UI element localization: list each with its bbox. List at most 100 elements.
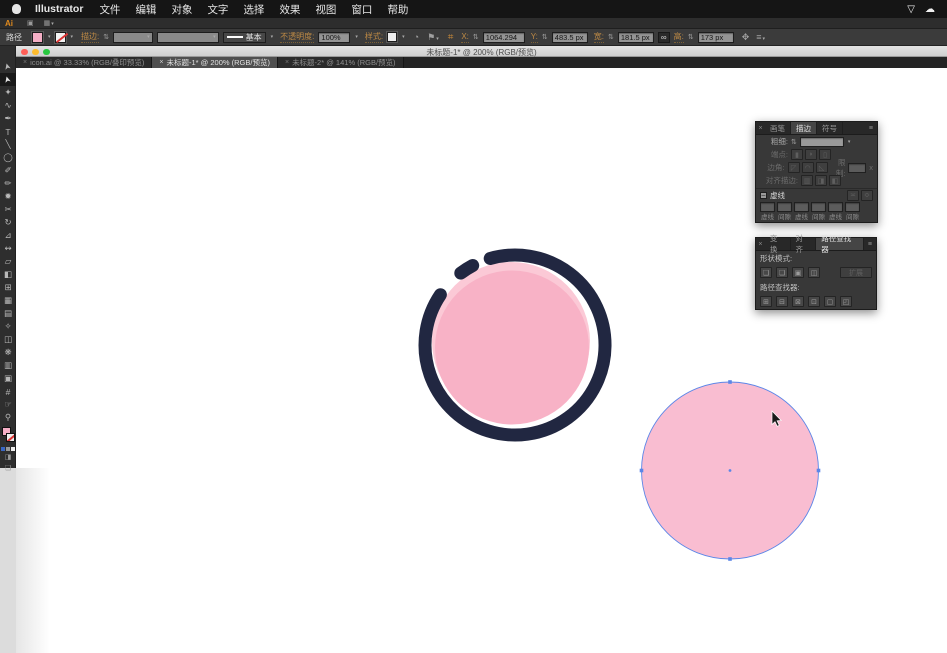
close-icon[interactable]: × (159, 59, 163, 66)
chevron-down-icon[interactable]: ▾ (71, 34, 74, 40)
magic-wand-tool[interactable]: ✦ (0, 86, 16, 99)
slice-tool[interactable]: # (0, 385, 16, 398)
round-cap-icon[interactable]: ◗ (805, 149, 817, 160)
variable-width-profile-dropdown[interactable]: ▾ (157, 32, 219, 43)
chevron-down-icon[interactable]: ▾ (271, 34, 274, 40)
menu-item-文字[interactable]: 文字 (207, 2, 228, 17)
transform-icon[interactable]: ✥ (742, 32, 750, 43)
align-stroke-outside-icon[interactable]: ◧ (829, 175, 841, 186)
graphic-style-swatch[interactable] (387, 32, 397, 42)
pathfinder-panel-tab-变换[interactable]: 变换 (765, 238, 791, 250)
height-input[interactable]: 173 px (698, 32, 734, 43)
stroke-weight-stepper[interactable]: ⇅ (103, 33, 109, 41)
blend-tool[interactable]: ◫ (0, 333, 16, 346)
pathfinder-panel-tab-对齐[interactable]: 对齐 (791, 238, 817, 250)
trim-icon[interactable]: ⊟ (776, 296, 788, 307)
x-stepper[interactable]: ⇅ (473, 33, 479, 41)
close-icon[interactable]: × (756, 238, 765, 250)
width-stepper[interactable]: ⇅ (608, 33, 614, 41)
lasso-tool[interactable]: ∿ (0, 99, 16, 112)
screen-mode-button[interactable]: ❏ (0, 462, 16, 473)
shape-builder-tool[interactable]: ◧ (0, 268, 16, 281)
document-tab-2[interactable]: ×未标题-2* @ 141% (RGB/预览) (278, 57, 404, 68)
free-transform-tool[interactable]: ▱ (0, 255, 16, 268)
stroke-proxy-swatch[interactable] (6, 433, 15, 442)
constrain-proportions-icon[interactable]: ∞ (658, 32, 670, 43)
document-tab-1[interactable]: ×未标题-1* @ 200% (RGB/预览) (152, 57, 278, 68)
weight-stepper[interactable]: ⇅ (791, 138, 797, 146)
location-icon[interactable]: ▽ (907, 4, 915, 15)
opacity-input[interactable]: 100% (318, 32, 350, 43)
round-join-icon[interactable]: ◠ (802, 162, 814, 173)
paintbrush-tool[interactable]: ✐ (0, 164, 16, 177)
crop-icon[interactable]: ⊡ (808, 296, 820, 307)
width-input[interactable]: 181.5 px (618, 32, 654, 43)
close-icon[interactable]: × (285, 59, 289, 66)
menu-item-选择[interactable]: 选择 (243, 2, 264, 17)
stroke-weight-label[interactable]: 描边: (81, 32, 99, 43)
stroke-color-swatch[interactable] (55, 32, 66, 43)
close-icon[interactable]: × (23, 59, 27, 66)
align-stroke-center-icon[interactable]: ▥ (801, 175, 813, 186)
bevel-join-icon[interactable]: ◺ (816, 162, 828, 173)
type-tool[interactable]: T (0, 125, 16, 138)
y-stepper[interactable]: ⇅ (542, 33, 548, 41)
gradient-button[interactable] (6, 447, 10, 451)
dashed-line-checkbox[interactable]: – (760, 192, 767, 199)
hand-tool[interactable]: ☞ (0, 398, 16, 411)
pathfinder-panel-tab-路径查找器[interactable]: 路径查找器 (816, 238, 864, 250)
exclude-icon[interactable]: ◫ (808, 267, 820, 278)
minus-front-icon[interactable]: ❏ (776, 267, 788, 278)
panel-menu-icon[interactable]: ≡ (865, 122, 877, 134)
menu-item-窗口[interactable]: 窗口 (351, 2, 372, 17)
align-dash-icon[interactable]: ≎ (861, 190, 873, 201)
mesh-tool[interactable]: ▦ (0, 294, 16, 307)
recolor-artwork-icon[interactable]: ◔ (414, 32, 419, 42)
weight-input[interactable] (800, 137, 844, 147)
x-position-input[interactable]: 1064.294 (483, 32, 525, 43)
brush-definition-dropdown[interactable]: 基本 (223, 32, 266, 43)
workspace-switcher-icon[interactable]: ▦▾ (44, 19, 54, 27)
perspective-grid-tool[interactable]: ⊞ (0, 281, 16, 294)
pen-tool[interactable]: ✒ (0, 112, 16, 125)
menu-item-编辑[interactable]: 编辑 (135, 2, 156, 17)
gradient-tool[interactable]: ▤ (0, 307, 16, 320)
menu-item-视图[interactable]: 视图 (315, 2, 336, 17)
menu-item-效果[interactable]: 效果 (279, 2, 300, 17)
scissors-tool[interactable]: ✂ (0, 203, 16, 216)
panel-menu-icon[interactable]: ≡ (864, 238, 876, 250)
none-button[interactable] (11, 447, 15, 451)
merge-icon[interactable]: ⊠ (792, 296, 804, 307)
close-icon[interactable]: × (756, 122, 765, 134)
artboard-tool[interactable]: ▣ (0, 372, 16, 385)
app-name[interactable]: Illustrator (35, 3, 83, 15)
fill-color-swatch[interactable] (32, 32, 43, 43)
width-tool[interactable]: ↭ (0, 242, 16, 255)
eyedropper-tool[interactable]: ✧ (0, 320, 16, 333)
style-label[interactable]: 样式: (365, 32, 383, 43)
stroke-panel-tab-画笔[interactable]: 画笔 (765, 122, 791, 134)
preserve-dash-icon[interactable]: ≍ (847, 190, 859, 201)
creative-cloud-icon[interactable]: ☁ (925, 4, 935, 15)
miter-limit-input[interactable] (848, 163, 866, 173)
menu-item-帮助[interactable]: 帮助 (387, 2, 408, 17)
outline-icon[interactable]: ▢ (824, 296, 836, 307)
menu-item-文件[interactable]: 文件 (99, 2, 120, 17)
menu-item-对象[interactable]: 对象 (171, 2, 192, 17)
direct-selection-tool[interactable]: ➤ (0, 73, 16, 86)
transform-panel-icon[interactable]: ⌗ (448, 32, 454, 43)
align-icon[interactable]: ≡▾ (756, 32, 765, 42)
column-graph-tool[interactable]: ▥ (0, 359, 16, 372)
butt-cap-icon[interactable]: ▮ (791, 149, 803, 160)
opacity-label[interactable]: 不透明度: (280, 32, 314, 43)
line-segment-tool[interactable]: ╲ (0, 138, 16, 151)
divide-icon[interactable]: ⊞ (760, 296, 772, 307)
minus-back-icon[interactable]: ◰ (840, 296, 852, 307)
scale-tool[interactable]: ⊿ (0, 229, 16, 242)
projecting-cap-icon[interactable]: ▯ (819, 149, 831, 160)
stroke-weight-dropdown[interactable]: ▾ (113, 32, 153, 43)
bridge-icon[interactable]: ▣ (27, 19, 34, 27)
pencil-tool[interactable]: ✏ (0, 177, 16, 190)
height-stepper[interactable]: ⇅ (688, 33, 694, 41)
unite-icon[interactable]: ❑ (760, 267, 772, 278)
